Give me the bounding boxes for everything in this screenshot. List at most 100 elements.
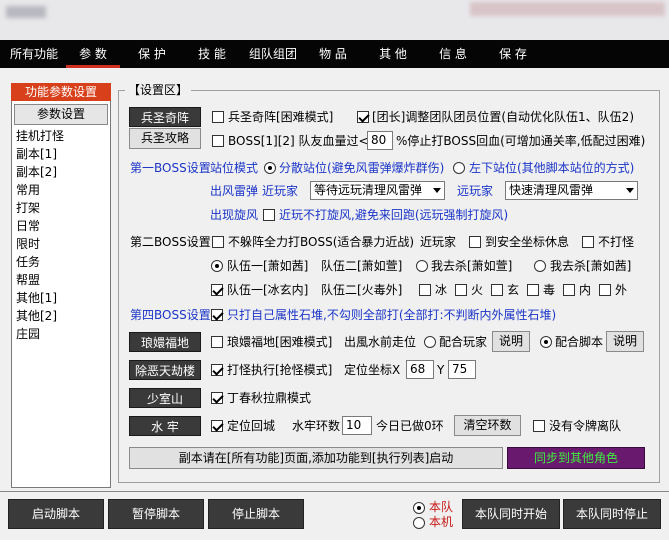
hit-exec-label: 打怪执行[抢怪模式] (227, 363, 333, 377)
far-fld-select-value: 快速清理风雷弹 (509, 183, 594, 197)
cooperate-player-label: 配合玩家 (439, 335, 488, 349)
far-fld-select[interactable]: 快速清理风雷弹 (505, 181, 638, 200)
tab-save[interactable]: 保 存 (490, 40, 536, 68)
tab-all-functions[interactable]: 所有功能 (6, 40, 62, 68)
near-fld-select-value: 等待远玩清理风雷弹 (314, 183, 423, 197)
cooperate-script-label: 配合脚本 (555, 335, 604, 349)
sidebar-item-fuben1[interactable]: 副本[1] (16, 145, 57, 163)
return-city-checkbox[interactable] (211, 420, 223, 432)
this-team-radio[interactable] (413, 502, 425, 514)
team1-mrq-label: 队伍一[萧如茜] (227, 259, 309, 273)
hit-exec-checkbox[interactable] (211, 364, 223, 376)
sidebar-item-daily[interactable]: 日常 (16, 217, 40, 235)
ceft-button[interactable]: 除恶天劫楼 (129, 360, 201, 380)
team1-bxn-label: 队伍一[冰玄内] (227, 283, 309, 297)
du-label: 毒 (543, 283, 556, 297)
boss2-label: 第二BOSS设置 (130, 235, 211, 249)
no-token-checkbox[interactable] (533, 420, 545, 432)
kill-mrx-label: 我去杀[萧如萱] (431, 259, 513, 273)
huo-checkbox[interactable] (455, 284, 467, 296)
shuilao-button[interactable]: 水 牢 (129, 416, 201, 436)
sidebar-item-fuben2[interactable]: 副本[2] (16, 163, 57, 181)
du-checkbox[interactable] (527, 284, 539, 296)
near-no-xfeng-label: 近玩不打旋风,避免来回跑(远玩强制打旋风) (279, 208, 509, 222)
leftdown-label: 左下站位(其他脚本站位的方式) (469, 161, 635, 175)
fld-label: 出风雷弹 (210, 184, 259, 198)
sidebar-item-other2[interactable]: 其他[2] (16, 307, 57, 325)
tab-items[interactable]: 物 品 (310, 40, 356, 68)
this-pc-radio[interactable] (413, 517, 425, 529)
xfeng-label: 出现旋风 (210, 208, 259, 222)
sidebar-item-fight[interactable]: 打架 (16, 199, 40, 217)
bsgl-button[interactable]: 兵圣攻略 (129, 128, 201, 149)
tab-team[interactable]: 组队组团 (244, 40, 302, 68)
nei-checkbox[interactable] (563, 284, 575, 296)
own-attr-checkbox[interactable] (211, 309, 223, 321)
bottom-divider (0, 491, 669, 492)
sync-button[interactable]: 同步到其他角色 (507, 447, 645, 469)
param-settings-button[interactable]: 参数设置 (14, 104, 108, 125)
xuan-checkbox[interactable] (491, 284, 503, 296)
bing-label: 冰 (435, 283, 448, 297)
clear-rounds-button[interactable]: 清空环数 (454, 415, 521, 436)
team-start-button[interactable]: 本队同时开始 (462, 499, 560, 529)
dingchun-checkbox[interactable] (211, 392, 223, 404)
wai-checkbox[interactable] (599, 284, 611, 296)
explain-button-1[interactable]: 说明 (492, 331, 530, 352)
cooperate-script-radio[interactable] (540, 336, 552, 348)
team2-mrx-label: 队伍二[萧如萱] (321, 259, 403, 273)
rounds-input[interactable]: 10 (342, 416, 372, 435)
leftdown-radio[interactable] (453, 162, 465, 174)
cooperate-player-radio[interactable] (424, 336, 436, 348)
start-script-button[interactable]: 启动脚本 (8, 499, 104, 529)
lhfd-button[interactable]: 琅嬛福地 (129, 332, 201, 352)
near-fld-select[interactable]: 等待远玩清理风雷弹 (310, 181, 445, 200)
team-adjust-label: [团长]调整团队团员位置(自动优化队伍1、队伍2) (372, 110, 634, 124)
bsqz-button[interactable]: 兵圣奇阵 (129, 107, 201, 127)
no-dodge-label: 不躲阵全力打BOSS(适合暴力近战) (228, 235, 415, 249)
hp-threshold-input[interactable]: 80 (367, 131, 393, 150)
tab-skills[interactable]: 技 能 (188, 40, 236, 68)
coord-x-input[interactable]: 68 (406, 360, 434, 379)
sidebar-item-other1[interactable]: 其他[1] (16, 289, 57, 307)
boss12-label: BOSS[1][2] 队友血量过< (228, 134, 369, 148)
sidebar-item-limited[interactable]: 限时 (16, 235, 40, 253)
sss-button[interactable]: 少室山 (129, 388, 201, 408)
sidebar-item-quest[interactable]: 任务 (16, 253, 40, 271)
tab-info[interactable]: 信 息 (430, 40, 476, 68)
safe-rest-checkbox[interactable] (469, 236, 481, 248)
sidebar-item-common[interactable]: 常用 (16, 181, 40, 199)
bsqz-hard-checkbox[interactable] (212, 111, 224, 123)
no-hit-checkbox[interactable] (582, 236, 594, 248)
coord-y-input[interactable]: 75 (448, 360, 476, 379)
this-team-label: 本队 (429, 500, 454, 514)
explain-button-2[interactable]: 说明 (606, 331, 644, 352)
scatter-radio[interactable] (264, 162, 276, 174)
blurred-info (470, 2, 665, 16)
no-dodge-checkbox[interactable] (212, 236, 224, 248)
boss12-checkbox[interactable] (212, 135, 224, 147)
pos-coord-label: 定位坐标X (344, 363, 401, 377)
pause-script-button[interactable]: 暂停脚本 (108, 499, 204, 529)
bing-checkbox[interactable] (419, 284, 431, 296)
tab-params[interactable]: 参 数 (66, 40, 120, 68)
fuben-notice-button[interactable]: 副本请在[所有功能]页面,添加功能到[执行列表]启动 (129, 447, 503, 469)
team1-mrq-radio[interactable] (211, 260, 223, 272)
stop-script-button[interactable]: 停止脚本 (208, 499, 304, 529)
kill-mrq-radio[interactable] (534, 260, 546, 272)
sidebar-item-manor[interactable]: 庄园 (16, 325, 40, 343)
near-no-xfeng-checkbox[interactable] (263, 209, 275, 221)
sidebar-item-guild[interactable]: 帮盟 (16, 271, 40, 289)
tab-other[interactable]: 其 他 (370, 40, 416, 68)
sidebar-title: 功能参数设置 (11, 83, 111, 101)
bsqz-hard-label: 兵圣奇阵[困难模式] (228, 110, 334, 124)
team-stop-button[interactable]: 本队同时停止 (563, 499, 661, 529)
team1-bxn-checkbox[interactable] (211, 284, 223, 296)
shuilao-rounds-label: 水牢环数 (292, 419, 341, 433)
tab-protect[interactable]: 保 护 (128, 40, 176, 68)
kill-mrx-radio[interactable] (416, 260, 428, 272)
sidebar-item-guaji[interactable]: 挂机打怪 (16, 127, 64, 145)
team-adjust-checkbox[interactable] (357, 111, 369, 123)
settings-group-title: 【设置区】 (125, 83, 192, 97)
lhfd-hard-checkbox[interactable] (211, 336, 223, 348)
